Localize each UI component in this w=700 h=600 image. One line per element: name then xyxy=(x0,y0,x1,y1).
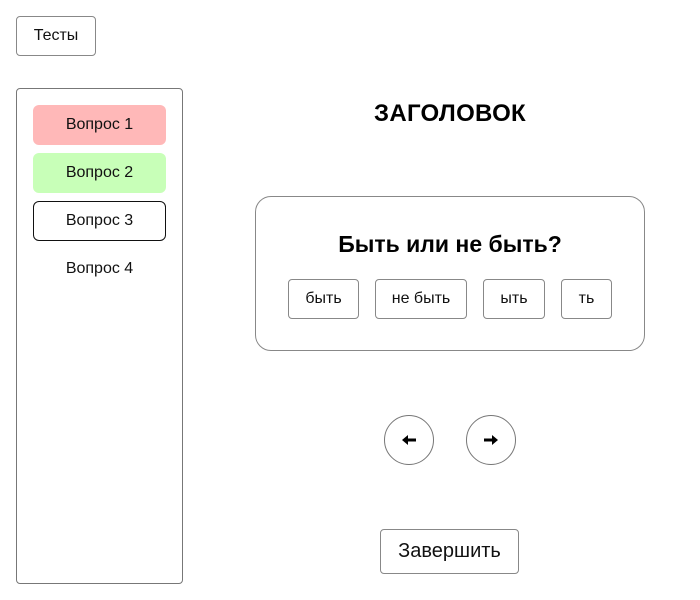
sidebar-item-question-4[interactable]: Вопрос 4 xyxy=(33,249,166,289)
questions-sidebar: Вопрос 1 Вопрос 2 Вопрос 3 Вопрос 4 xyxy=(16,88,183,584)
next-question-button[interactable] xyxy=(466,415,516,465)
tests-button[interactable]: Тесты xyxy=(16,16,96,56)
page-title: ЗАГОЛОВОК xyxy=(374,100,526,127)
arrow-left-icon xyxy=(402,435,416,445)
question-card: Быть или не быть? быть не быть ыть ть xyxy=(255,196,645,351)
answer-option-2[interactable]: не быть xyxy=(375,279,467,319)
answer-option-4[interactable]: ть xyxy=(561,279,612,319)
finish-button[interactable]: Завершить xyxy=(380,529,519,574)
test-page: Тесты Вопрос 1 Вопрос 2 Вопрос 3 Вопрос … xyxy=(0,0,700,600)
previous-question-button[interactable] xyxy=(384,415,434,465)
sidebar-item-question-2[interactable]: Вопрос 2 xyxy=(33,153,166,193)
answer-option-1[interactable]: быть xyxy=(288,279,359,319)
sidebar-item-question-1[interactable]: Вопрос 1 xyxy=(33,105,166,145)
answer-option-3[interactable]: ыть xyxy=(483,279,545,319)
sidebar-item-question-3[interactable]: Вопрос 3 xyxy=(33,201,166,241)
question-text: Быть или не быть? xyxy=(338,231,562,257)
arrow-right-icon xyxy=(484,435,498,445)
